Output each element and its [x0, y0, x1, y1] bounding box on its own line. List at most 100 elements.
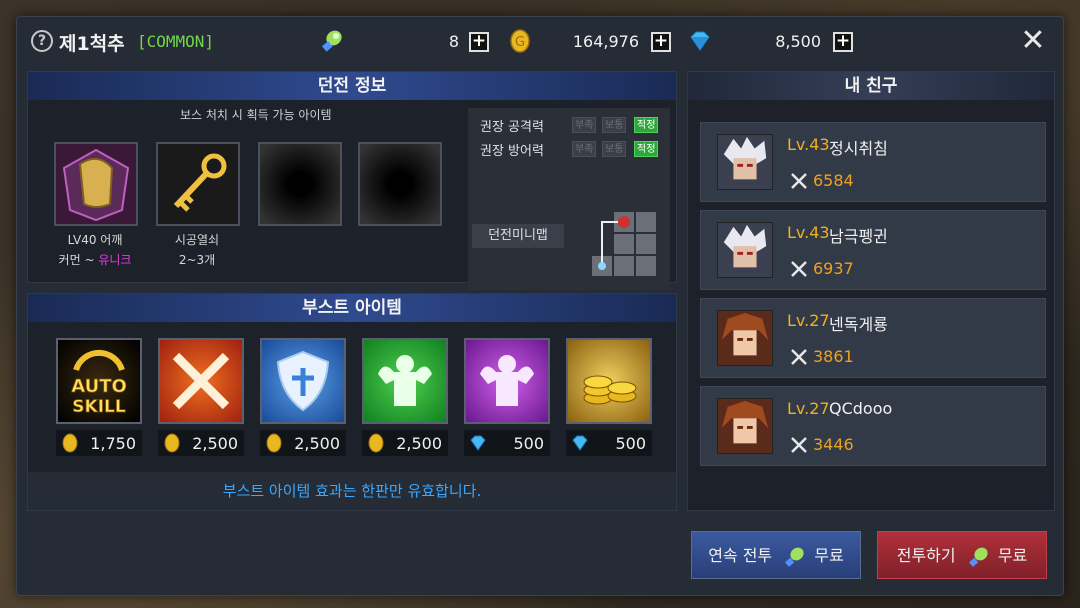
boost-item-strength-plus[interactable] — [464, 338, 550, 424]
boost-cost-value: 2,500 — [192, 434, 238, 453]
close-button[interactable]: ✕ — [1019, 26, 1047, 56]
boost-cost-1: 1,750 — [56, 430, 142, 456]
boost-item-strength[interactable] — [362, 338, 448, 424]
gem-icon — [470, 435, 486, 451]
friend-level: Lv.27 — [787, 311, 830, 330]
gold-coin-icon — [164, 433, 180, 453]
attack-tag-low: 부족 — [572, 117, 597, 133]
gold-coins-icon — [583, 375, 637, 405]
friend-item[interactable]: Lv.43 남극펭귄 6937 — [700, 210, 1046, 290]
dungeon-info-title: 던전 정보 — [28, 72, 676, 100]
drop-item-shoulder-grade: 커먼 ~ 유니크 — [40, 250, 150, 270]
friend-power: 6584 — [813, 171, 854, 190]
boost-cost-6: 500 — [566, 430, 652, 456]
drop-item-key-count: 2~3개 — [178, 253, 216, 267]
auto-skill-icon: AUTO SKILL — [71, 349, 127, 417]
muscle-icon — [378, 355, 432, 406]
boost-cost-4: 2,500 — [362, 430, 448, 456]
recommended-attack-label: 권장 공격력 — [480, 120, 544, 135]
friend-name: 넨독게룡 — [829, 315, 888, 334]
friend-power: 6937 — [813, 259, 854, 278]
avatar — [717, 222, 773, 278]
friend-level: Lv.27 — [787, 399, 830, 418]
boost-item-gold[interactable] — [566, 338, 652, 424]
boost-note: 부스트 아이템 효과는 한판만 유효합니다. — [28, 472, 676, 510]
gold-coin-icon — [368, 433, 384, 453]
stamina-value: 8 — [448, 32, 459, 51]
boost-cost-3: 2,500 — [260, 430, 346, 456]
defense-tag-proper: 적정 — [634, 141, 659, 157]
boost-cost-value: 500 — [615, 434, 646, 453]
boost-title: 부스트 아이템 — [28, 294, 676, 322]
defense-tag-normal: 보통 — [602, 141, 627, 157]
boost-cost-2: 2,500 — [158, 430, 244, 456]
continuous-battle-button[interactable]: 연속 전투 무료 — [691, 531, 861, 579]
drop-item-empty-1 — [258, 142, 342, 226]
friend-item[interactable]: Lv.27 넨독게룡 3861 — [700, 298, 1046, 378]
friend-power: 3446 — [813, 435, 854, 454]
dungeon-entry-dialog: ? 제1척추 [COMMON] 8 + G 164,976 + 8,500 + … — [16, 16, 1064, 596]
friend-level: Lv.43 — [787, 135, 830, 154]
add-stamina-button[interactable]: + — [469, 32, 489, 52]
friends-title: 내 친구 — [688, 72, 1054, 100]
start-battle-button[interactable]: 전투하기 무료 — [877, 531, 1047, 579]
continuous-battle-cost: 무료 — [814, 546, 844, 565]
auto-skill-text-2: SKILL — [72, 397, 126, 417]
friend-power: 3861 — [813, 347, 854, 366]
drop-item-key[interactable] — [156, 142, 240, 226]
gold-value: 164,976 — [572, 32, 639, 51]
boost-item-defense[interactable] — [260, 338, 346, 424]
gem-icon — [690, 31, 710, 51]
start-battle-label: 전투하기 — [896, 546, 956, 565]
boost-item-auto-skill[interactable]: AUTO SKILL — [56, 338, 142, 424]
gold-coin-icon — [62, 433, 78, 453]
recommended-defense-label: 권장 방어력 — [480, 144, 544, 159]
crossed-swords-icon — [791, 437, 807, 453]
dungeon-title: 제1척추 — [59, 33, 125, 55]
gold-coin-icon: G — [510, 29, 530, 53]
attack-tag-proper: 적정 — [634, 117, 659, 133]
crossed-swords-icon — [791, 261, 807, 277]
boost-panel: 부스트 아이템 AUTO SKILL 1,750 2,500 2,500 2,5… — [27, 293, 677, 511]
svg-text:G: G — [515, 35, 525, 50]
boost-cost-value: 2,500 — [396, 434, 442, 453]
add-gem-button[interactable]: + — [833, 32, 853, 52]
header: ? 제1척추 [COMMON] 8 + G 164,976 + 8,500 + … — [17, 17, 1063, 67]
drop-item-empty-2 — [358, 142, 442, 226]
muscle-purple-icon — [480, 355, 534, 406]
boost-cost-value: 2,500 — [294, 434, 340, 453]
friend-name: 정시취침 — [829, 139, 888, 158]
gem-value: 8,500 — [775, 32, 821, 51]
avatar — [717, 310, 773, 366]
minimap-label: 던전미니맵 — [472, 224, 564, 248]
friend-level: Lv.43 — [787, 223, 830, 242]
friend-item[interactable]: Lv.43 정시취침 6584 — [700, 122, 1046, 202]
crossed-swords-icon — [791, 349, 807, 365]
attack-tag-normal: 보통 — [602, 117, 627, 133]
friend-name: 남극펭귄 — [829, 227, 888, 246]
drop-items-subtitle: 보스 처치 시 획득 가능 아이템 — [180, 108, 332, 122]
help-icon[interactable]: ? — [31, 30, 53, 52]
dungeon-info-panel: 던전 정보 보스 처치 시 획득 가능 아이템 LV40 어깨 커먼 ~ 유니크… — [27, 71, 677, 290]
add-gold-button[interactable]: + — [651, 32, 671, 52]
stamina-resource: 8 + — [319, 28, 499, 56]
boost-cost-5: 500 — [464, 430, 550, 456]
auto-skill-text-1: AUTO — [71, 376, 127, 397]
defense-tag-low: 부족 — [572, 141, 597, 157]
boost-cost-value: 500 — [513, 434, 544, 453]
drop-item-key-name: 시공열쇠 — [174, 233, 220, 247]
avatar — [717, 134, 773, 190]
stamina-potion-icon — [322, 30, 342, 52]
grade-to-unique: 유니크 — [98, 253, 132, 267]
grade-from: 커먼 ~ — [58, 253, 95, 267]
stamina-potion-icon — [785, 547, 804, 567]
continuous-battle-label: 연속 전투 — [708, 546, 773, 565]
drop-item-shoulder[interactable] — [54, 142, 138, 226]
avatar — [717, 398, 773, 454]
dungeon-minimap — [592, 212, 656, 276]
start-battle-cost: 무료 — [997, 546, 1028, 565]
boost-item-attack[interactable] — [158, 338, 244, 424]
friends-panel: 내 친구 Lv.43 정시취침 6584 Lv.43 남극펭귄 6937 Lv.… — [687, 71, 1055, 511]
key-icon — [173, 153, 227, 212]
friend-item[interactable]: Lv.27 QCdooo 3446 — [700, 386, 1046, 466]
